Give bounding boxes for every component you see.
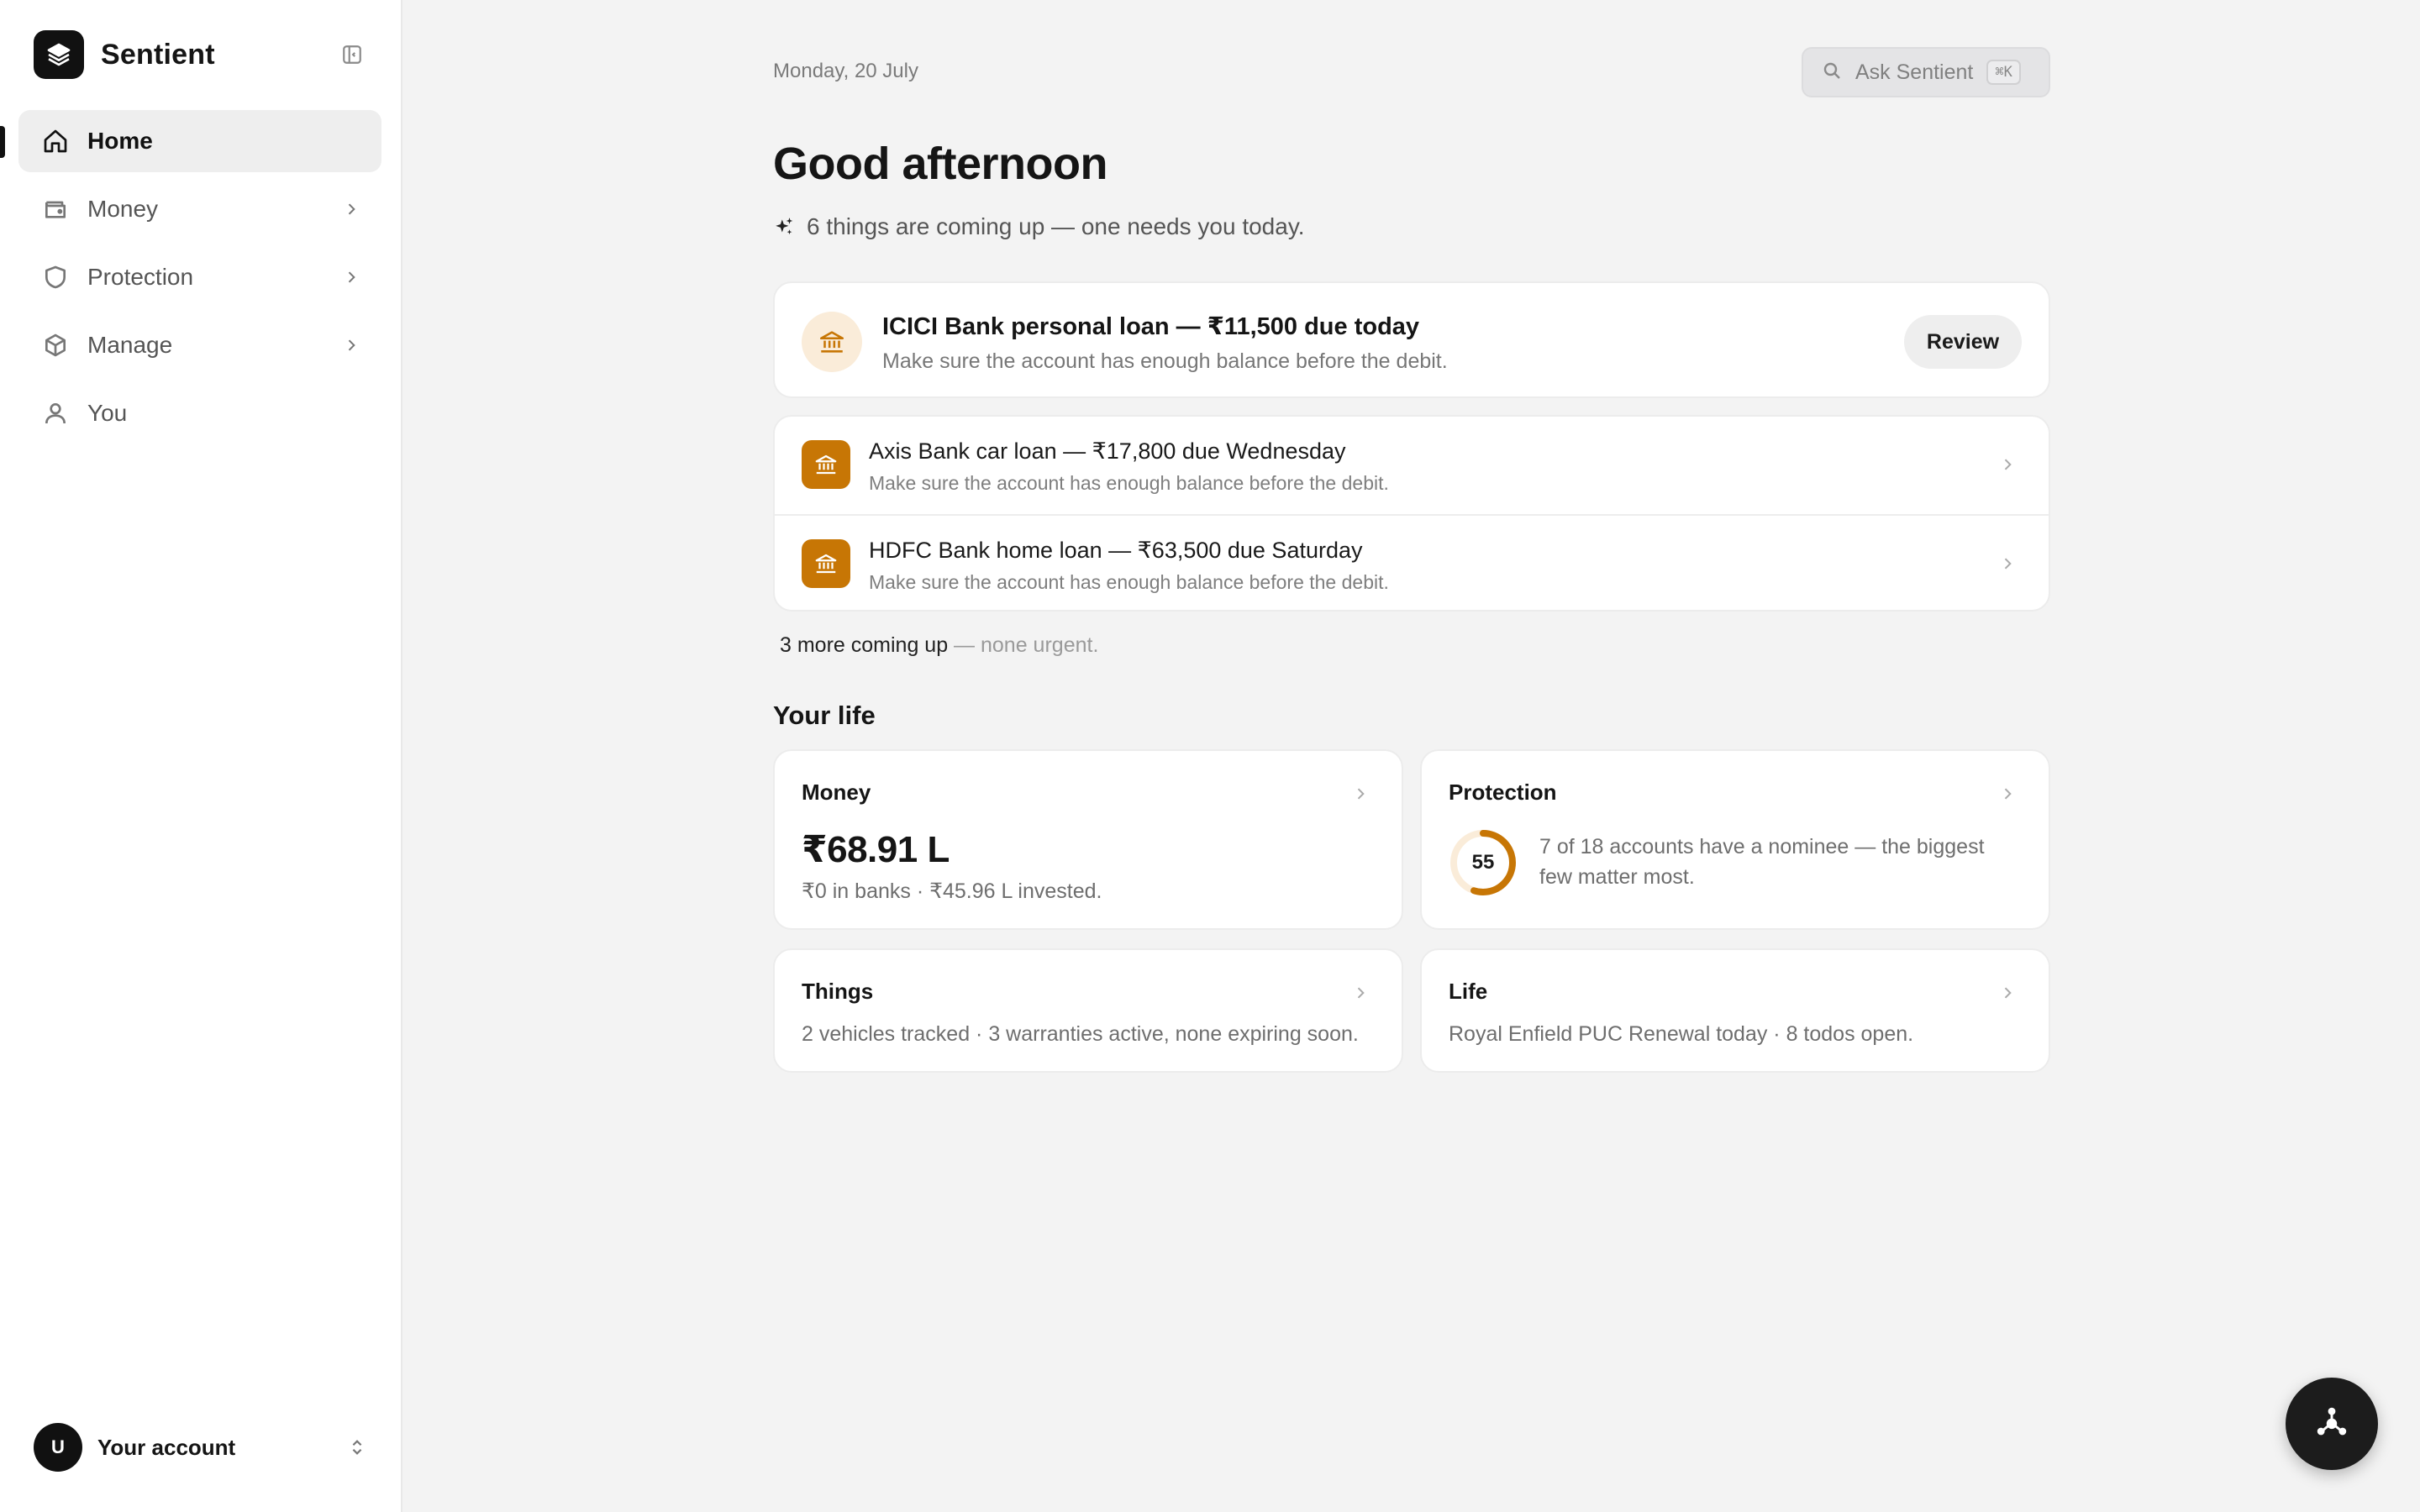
chevron-right-icon bbox=[1996, 783, 2018, 805]
shield-icon bbox=[40, 262, 71, 292]
urgent-card[interactable]: ICICI Bank personal loan — ₹11,500 due t… bbox=[773, 281, 2050, 398]
sidebar-item-money[interactable]: Money bbox=[18, 178, 381, 240]
things-card[interactable]: Things 2 vehicles tracked · 3 warranties… bbox=[773, 948, 1403, 1073]
sidebar-item-label: Home bbox=[87, 128, 153, 154]
box-icon bbox=[40, 330, 71, 360]
more-upcoming[interactable]: 3 more coming up — none urgent. bbox=[780, 633, 1098, 658]
sidebar-item-home[interactable]: Home bbox=[18, 110, 381, 172]
urgent-title: ICICI Bank personal loan — ₹11,500 due t… bbox=[882, 313, 1420, 340]
list-item[interactable]: Axis Bank car loan — ₹17,800 due Wednesd… bbox=[775, 417, 2049, 514]
more-note: — none urgent. bbox=[948, 633, 1099, 657]
home-icon bbox=[40, 126, 71, 156]
section-title: Your life bbox=[773, 701, 876, 730]
protection-score-gauge: 55 bbox=[1449, 828, 1518, 897]
card-title: Things bbox=[802, 979, 874, 1004]
money-card[interactable]: Money ₹68.91 L ₹0 in banks · ₹45.96 L in… bbox=[773, 749, 1403, 930]
sidebar-item-label: Money bbox=[87, 196, 159, 222]
keyboard-shortcut: ⌘K bbox=[1986, 60, 2021, 85]
sidebar-item-label: You bbox=[87, 400, 128, 426]
things-detail: 2 vehicles tracked · 3 warranties active… bbox=[802, 1022, 1359, 1046]
current-date: Monday, 20 July bbox=[773, 60, 918, 82]
list-item-subtitle: Make sure the account has enough balance… bbox=[869, 571, 1389, 593]
sidebar-item-protection[interactable]: Protection bbox=[18, 246, 381, 308]
chevron-right-icon bbox=[1996, 982, 2018, 1004]
chevron-right-icon bbox=[1996, 454, 2018, 475]
avatar: U bbox=[34, 1423, 82, 1472]
protection-card[interactable]: Protection 55 7 of 18 accounts have a no… bbox=[1420, 749, 2050, 930]
list-item[interactable]: HDFC Bank home loan — ₹63,500 due Saturd… bbox=[775, 514, 2049, 610]
account-switcher[interactable]: U Your account bbox=[34, 1423, 370, 1472]
life-detail: Royal Enfield PUC Renewal today · 8 todo… bbox=[1449, 1022, 1914, 1046]
app-name: Sentient bbox=[101, 38, 215, 71]
sidebar-item-manage[interactable]: Manage bbox=[18, 314, 381, 376]
list-item-title: Axis Bank car loan — ₹17,800 due Wednesd… bbox=[869, 438, 1346, 464]
list-item-subtitle: Make sure the account has enough balance… bbox=[869, 472, 1389, 494]
list-item-title: HDFC Bank home loan — ₹63,500 due Saturd… bbox=[869, 538, 1363, 563]
chevron-up-down-icon bbox=[345, 1435, 370, 1460]
sidebar-item-you[interactable]: You bbox=[18, 382, 381, 444]
chevron-right-icon bbox=[1996, 553, 2018, 575]
review-button[interactable]: Review bbox=[1904, 315, 2022, 369]
summary-text: 6 things are coming up — one needs you t… bbox=[807, 213, 1305, 239]
more-count: 3 more coming up bbox=[780, 633, 949, 657]
urgent-subtitle: Make sure the account has enough balance… bbox=[882, 349, 1448, 373]
chevron-right-icon bbox=[339, 333, 363, 357]
layers-logo-icon bbox=[34, 30, 84, 79]
brand[interactable]: Sentient bbox=[34, 30, 215, 79]
protection-score: 55 bbox=[1471, 851, 1495, 874]
summary-line: 6 things are coming up — one needs you t… bbox=[773, 213, 1305, 240]
search-label: Ask Sentient bbox=[1855, 60, 1974, 84]
protection-detail: 7 of 18 accounts have a nominee — the bi… bbox=[1539, 835, 1985, 889]
sidebar-item-label: Manage bbox=[87, 332, 173, 358]
chevron-right-icon bbox=[339, 197, 363, 221]
sidebar: Sentient Home Money Protection Manage Yo… bbox=[0, 0, 402, 1512]
active-nav-marker bbox=[0, 126, 5, 158]
life-card[interactable]: Life Royal Enfield PUC Renewal today · 8… bbox=[1420, 948, 2050, 1073]
bank-icon bbox=[802, 440, 850, 489]
account-label: Your account bbox=[97, 1434, 236, 1460]
sparkles-icon bbox=[773, 216, 795, 238]
chevron-right-icon bbox=[1349, 982, 1371, 1004]
net-worth-amount: ₹68.91 L bbox=[802, 829, 950, 870]
upcoming-list: Axis Bank car loan — ₹17,800 due Wednesd… bbox=[773, 415, 2050, 612]
bank-icon bbox=[802, 539, 850, 588]
bank-icon bbox=[802, 312, 862, 372]
sidebar-item-label: Protection bbox=[87, 264, 194, 290]
money-detail: ₹0 in banks · ₹45.96 L invested. bbox=[802, 879, 1102, 903]
assistant-fab[interactable] bbox=[2286, 1378, 2378, 1470]
card-title: Life bbox=[1449, 979, 1488, 1004]
search-icon bbox=[1822, 60, 1842, 85]
chevron-right-icon bbox=[339, 265, 363, 289]
sidebar-collapse-icon[interactable] bbox=[339, 42, 365, 67]
wallet-icon bbox=[40, 194, 71, 224]
card-title: Protection bbox=[1449, 780, 1557, 805]
assistant-icon bbox=[2313, 1404, 2350, 1445]
user-icon bbox=[40, 398, 71, 428]
ask-sentient-search[interactable]: Ask Sentient ⌘K bbox=[1802, 47, 2050, 97]
card-title: Money bbox=[802, 780, 871, 805]
sidebar-nav: Home Money Protection Manage You bbox=[18, 110, 381, 450]
page-title: Good afternoon bbox=[773, 139, 1107, 189]
chevron-right-icon bbox=[1349, 783, 1371, 805]
